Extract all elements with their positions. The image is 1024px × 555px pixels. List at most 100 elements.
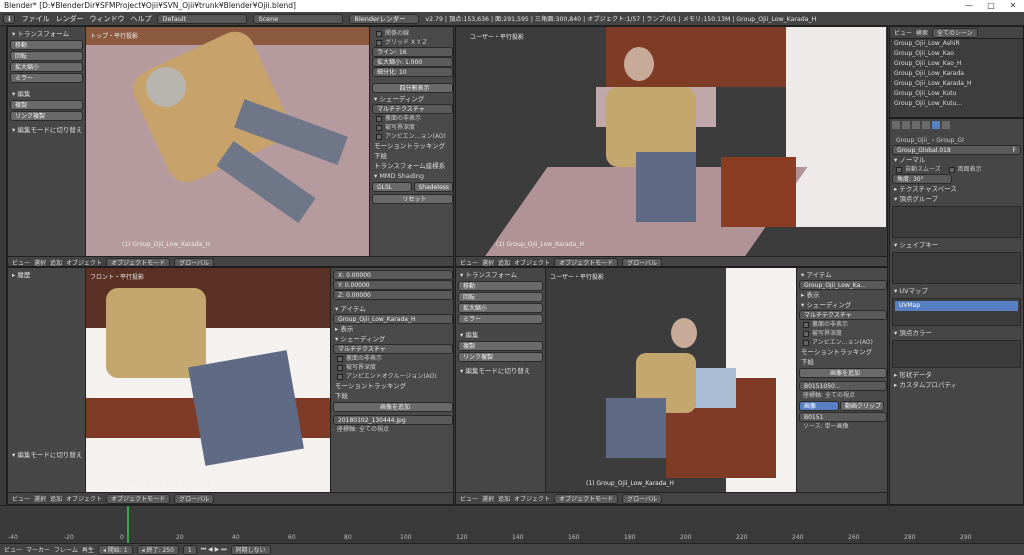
- add-menu[interactable]: 追加: [498, 494, 510, 503]
- quad-view-button[interactable]: 四分割表示: [372, 83, 453, 93]
- motion-tracking-header[interactable]: モーショントラッキング: [333, 381, 453, 391]
- uv-maps-list[interactable]: UVMap: [892, 298, 1021, 326]
- lines-field[interactable]: ライン: 16: [372, 47, 453, 57]
- transform-panel-header[interactable]: ▾ トランスフォーム: [10, 29, 83, 39]
- viewport-top-right[interactable]: ユーザー・平行投影 (1) Group_Ojii_Low_Karada_H ビュ…: [455, 26, 888, 267]
- dof-check[interactable]: 被写界深度: [333, 363, 453, 372]
- duplicate-button[interactable]: 複製: [10, 100, 83, 110]
- orientation-select[interactable]: グローバル: [622, 493, 663, 504]
- timeline-marker-menu[interactable]: マーカー: [26, 545, 50, 554]
- outliner-item[interactable]: Group_Ojii_Low_Kutu...: [890, 99, 1023, 109]
- mesh-name-field[interactable]: Group_Global.018 F: [892, 145, 1021, 155]
- object-menu[interactable]: オブジェクト: [66, 258, 102, 266]
- backface-check[interactable]: 裏面の非表示: [372, 114, 453, 123]
- vertex-colors-header[interactable]: ▾ 頂点カラー: [892, 328, 1021, 338]
- image-name-field[interactable]: 20180102_130444.jpg: [333, 415, 453, 425]
- link-duplicate-button[interactable]: リンク複製: [10, 111, 83, 121]
- y-field[interactable]: Y: 0.00000: [333, 280, 453, 290]
- orientation-select[interactable]: グローバル: [622, 257, 663, 266]
- sync-select[interactable]: 同期しない: [230, 544, 271, 555]
- x-field[interactable]: X: 0.00000: [333, 270, 453, 280]
- viewport-top-left[interactable]: ▾ トランスフォーム 移動 回転 拡大縮小 ミラー ▾ 編集 複製 リンク複製 …: [7, 26, 454, 267]
- geometry-data-header[interactable]: ▸ 形状データ: [892, 370, 1021, 380]
- view-menu[interactable]: ビュー: [460, 258, 478, 266]
- outliner-item[interactable]: Group_Ojii_Low_AshiR: [890, 39, 1023, 49]
- scale-button[interactable]: 拡大縮小: [10, 62, 83, 72]
- z-field[interactable]: Z: 0.00000: [333, 290, 453, 300]
- start-frame-field[interactable]: ◂ 開始: 1: [97, 544, 133, 555]
- add-image-button[interactable]: 画像を追加: [333, 402, 453, 412]
- edit-mode-toggle-header[interactable]: ▾ 編集モードに切り替え: [10, 450, 83, 460]
- scene-select[interactable]: Scene: [253, 13, 344, 24]
- edit-panel-header[interactable]: ▾ 編集: [10, 89, 83, 99]
- backface-check[interactable]: 裏面の非表示: [333, 354, 453, 363]
- display-header[interactable]: ▸ 表示: [799, 290, 887, 300]
- edit-mode-toggle-header[interactable]: ▾ 編集モードに切り替え: [458, 366, 543, 376]
- outliner-item[interactable]: Group_Ojii_Low_Karada_H: [890, 79, 1023, 89]
- screen-layout-select[interactable]: Default: [157, 13, 248, 24]
- shape-keys-list[interactable]: [892, 252, 1021, 284]
- motion-tracking-header[interactable]: モーショントラッキング: [372, 141, 453, 151]
- axis-row[interactable]: 座標軸: 全ての視点: [333, 425, 453, 434]
- mode-select[interactable]: オブジェクトモード: [106, 257, 171, 266]
- image-name-field[interactable]: B0151050...: [799, 381, 887, 391]
- user-view-canvas-2[interactable]: ユーザー・平行投影 (1) Group_Ojii_Low_Karada_H: [546, 268, 796, 492]
- background-images-header[interactable]: 下絵: [333, 391, 453, 401]
- timeline-frame-menu[interactable]: フレーム: [54, 545, 78, 554]
- shading-select[interactable]: マルチテクスチャ: [333, 344, 453, 354]
- add-menu[interactable]: 追加: [50, 258, 62, 266]
- item-header[interactable]: ▾ アイテム: [333, 304, 453, 314]
- object-icon[interactable]: [922, 121, 930, 129]
- shading-header[interactable]: ▾ シェーディング: [372, 94, 453, 104]
- grid-check[interactable]: グリッド X Y Z: [372, 38, 453, 47]
- mode-select[interactable]: オブジェクトモード: [106, 493, 171, 504]
- menu-file[interactable]: ファイル: [21, 14, 49, 24]
- view-menu[interactable]: ビュー: [12, 494, 30, 503]
- item-header[interactable]: ▾ アイテム: [799, 270, 887, 280]
- glsl-button[interactable]: GLSL: [372, 182, 412, 192]
- maximize-button[interactable]: □: [980, 0, 1002, 12]
- select-menu[interactable]: 選択: [482, 494, 494, 503]
- outliner-item[interactable]: Group_Ojii_Low_Karada: [890, 69, 1023, 79]
- shadeless-button[interactable]: Shadeless: [413, 182, 453, 192]
- object-menu[interactable]: オブジェクト: [514, 494, 550, 503]
- select-menu[interactable]: 選択: [34, 258, 46, 266]
- object-name-field[interactable]: Group_Ojii_Low_Karada_H: [333, 314, 453, 324]
- duplicate-button[interactable]: 複製: [458, 341, 543, 351]
- dof-check[interactable]: 被写界深度: [799, 329, 887, 338]
- view-menu[interactable]: ビュー: [12, 258, 30, 266]
- move-button[interactable]: 移動: [458, 281, 543, 291]
- top-view-canvas[interactable]: トップ・平行投影 (1) Group_Ojii_Low_Karada_H: [86, 27, 369, 256]
- menu-help[interactable]: ヘルプ: [130, 14, 151, 24]
- view-menu[interactable]: ビュー: [460, 494, 478, 503]
- vertex-groups-list[interactable]: [892, 206, 1021, 238]
- material-icon[interactable]: [942, 121, 950, 129]
- outliner-view-menu[interactable]: ビュー: [894, 28, 912, 37]
- mirror-button[interactable]: ミラー: [10, 73, 83, 83]
- timeline-playback-menu[interactable]: 再生: [82, 545, 94, 554]
- viewport-bottom-right[interactable]: ▾ トランスフォーム 移動 回転 拡大縮小 ミラー ▾ 編集 複製 リンク複製 …: [455, 267, 888, 505]
- uv-maps-header[interactable]: ▾ UVマップ: [892, 286, 1021, 296]
- add-image-button[interactable]: 画像を追加: [799, 368, 887, 378]
- outliner-search-menu[interactable]: 検索: [916, 28, 928, 37]
- background-images-header[interactable]: 下絵: [372, 151, 453, 161]
- outliner-item[interactable]: Group_Ojii_Low_Kao: [890, 49, 1023, 59]
- ao-check[interactable]: アンビエン...ョン(AO): [799, 338, 887, 347]
- edit-panel-header[interactable]: ▾ 編集: [458, 330, 543, 340]
- link-duplicate-button[interactable]: リンク複製: [458, 352, 543, 362]
- normals-header[interactable]: ▾ ノーマル: [892, 155, 1021, 165]
- auto-smooth-check[interactable]: 自動スムーズ 両面表示: [892, 165, 1021, 174]
- move-button[interactable]: 移動: [10, 40, 83, 50]
- add-menu[interactable]: 追加: [498, 258, 510, 266]
- angle-field[interactable]: 角度: 30°: [892, 174, 952, 184]
- menu-window[interactable]: ウィンドウ: [89, 14, 124, 24]
- orientation-select[interactable]: グローバル: [174, 493, 215, 504]
- current-frame-field[interactable]: 1: [182, 544, 197, 555]
- uv-map-item[interactable]: UVMap: [895, 301, 1018, 311]
- select-menu[interactable]: 選択: [34, 494, 46, 503]
- render-engine-select[interactable]: Blenderレンダー: [349, 13, 420, 24]
- texture-space-header[interactable]: ▸ テクスチャスペース: [892, 184, 1021, 194]
- menu-render[interactable]: レンダー: [55, 14, 83, 24]
- mirror-button[interactable]: ミラー: [458, 314, 543, 324]
- mode-select[interactable]: オブジェクトモード: [554, 493, 619, 504]
